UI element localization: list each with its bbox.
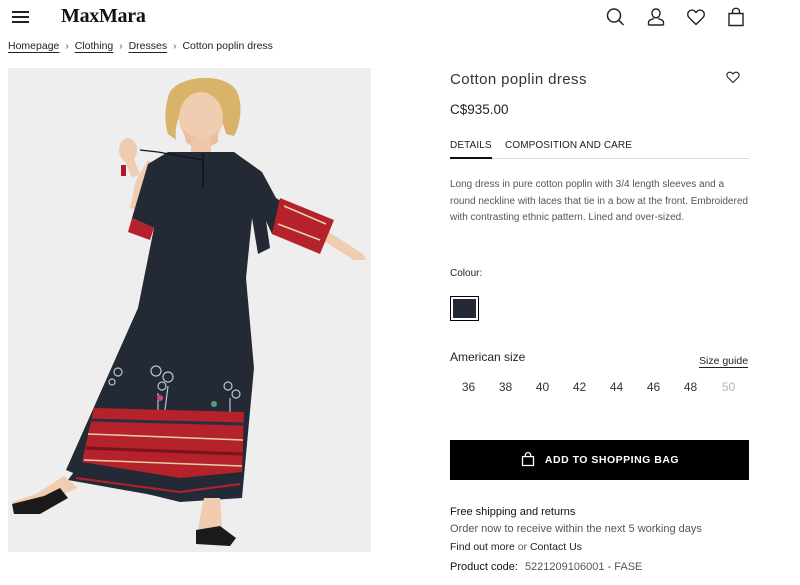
breadcrumb-current: Cotton poplin dress	[182, 40, 273, 52]
find-out-more-link[interactable]: Find out more	[450, 541, 515, 553]
product-code: Product code: 5221209106001 - FASE	[450, 561, 642, 573]
search-icon[interactable]	[604, 6, 626, 28]
size-selector: 36 38 40 42 44 46 48 50	[450, 380, 750, 396]
size-option-50: 50	[721, 380, 736, 394]
size-option-48[interactable]: 48	[672, 380, 709, 394]
product-tabs: DETAILS COMPOSITION AND CARE	[450, 140, 749, 159]
size-option-42[interactable]: 42	[561, 380, 598, 394]
shipping-links: Find out more or Contact Us	[450, 541, 582, 553]
breadcrumb: Homepage › Clothing › Dresses › Cotton p…	[8, 40, 273, 52]
chevron-right-icon: ›	[65, 40, 69, 52]
add-to-shopping-bag-button[interactable]: ADD TO SHOPPING BAG	[450, 440, 749, 480]
product-description: Long dress in pure cotton poplin with 3/…	[450, 179, 748, 223]
contact-us-link[interactable]: Contact Us	[530, 541, 582, 553]
breadcrumb-dresses[interactable]: Dresses	[129, 40, 168, 52]
colour-label: Colour:	[450, 268, 483, 279]
colour-swatch-navy[interactable]	[450, 296, 479, 321]
tab-details[interactable]: DETAILS	[450, 140, 492, 159]
size-title: American size	[450, 350, 526, 364]
shipping-text: Order now to receive within the next 5 w…	[450, 523, 702, 535]
size-option-38[interactable]: 38	[487, 380, 524, 394]
chevron-right-icon: ›	[119, 40, 123, 52]
shopping-bag-icon[interactable]	[725, 6, 747, 28]
product-code-label: Product code:	[450, 561, 518, 573]
product-image[interactable]	[8, 68, 371, 552]
brand-logo[interactable]: MaxMara	[61, 5, 146, 28]
size-option-40[interactable]: 40	[524, 380, 561, 394]
breadcrumb-clothing[interactable]: Clothing	[75, 40, 114, 52]
size-option-46[interactable]: 46	[635, 380, 672, 394]
wishlist-icon[interactable]	[685, 6, 707, 28]
wishlist-heart-icon[interactable]	[725, 69, 741, 85]
chevron-right-icon: ›	[173, 40, 177, 52]
or-text: or	[517, 541, 528, 553]
product-title: Cotton poplin dress	[450, 71, 587, 88]
size-guide-link[interactable]: Size guide	[699, 355, 748, 367]
breadcrumb-homepage[interactable]: Homepage	[8, 40, 59, 52]
size-option-36[interactable]: 36	[450, 380, 487, 394]
shipping-title: Free shipping and returns	[450, 506, 576, 518]
size-option-44[interactable]: 44	[598, 380, 635, 394]
add-to-bag-label: ADD TO SHOPPING BAG	[544, 454, 680, 466]
menu-icon[interactable]	[12, 11, 29, 23]
tab-composition-and-care[interactable]: COMPOSITION AND CARE	[505, 140, 632, 159]
product-code-value: 5221209106001 - FASE	[524, 561, 643, 573]
account-icon[interactable]	[645, 6, 667, 28]
shopping-bag-icon	[520, 451, 536, 467]
product-price: C$935.00	[450, 102, 509, 117]
